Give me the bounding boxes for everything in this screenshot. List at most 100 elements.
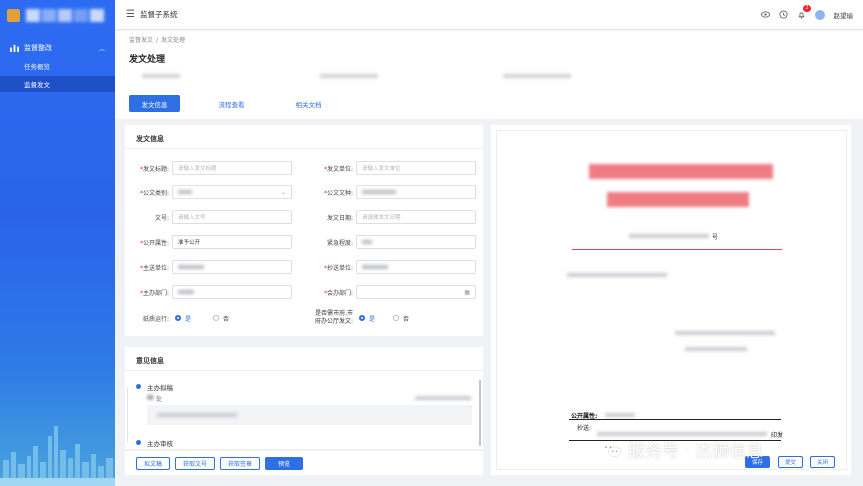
breadcrumb-current: 发文处理 — [161, 37, 186, 44]
field-label-line1: 是否需市府,市 — [315, 310, 353, 317]
field-doc-number: 文号: 请输入文号 — [131, 210, 292, 224]
joint-release-yes-radio[interactable]: 是 — [359, 314, 375, 323]
joint-release-no-radio[interactable]: 否 — [393, 314, 409, 323]
timeline-dot — [136, 440, 141, 445]
tab-bar: 发文信息 流程查看 相关文档 — [129, 95, 360, 112]
doc-recipient-redacted — [567, 273, 667, 277]
sidebar-group-label: 监督整改 — [24, 44, 52, 52]
red-header-line2-redacted — [607, 192, 749, 207]
menu-toggle-icon[interactable]: ☰ — [126, 9, 135, 20]
urgency-select[interactable] — [356, 235, 476, 249]
close-button[interactable]: 关闭 — [810, 456, 836, 468]
tab-dispatch-info[interactable]: 发文信息 — [129, 95, 180, 112]
timeline-dot — [136, 384, 141, 389]
issuer-input[interactable]: 请输入发文单位 — [356, 161, 476, 175]
tab-workflow[interactable]: 流程查看 — [206, 95, 257, 112]
red-header-line1-redacted — [589, 164, 773, 179]
co-dept-input[interactable]: ▦ — [356, 285, 476, 299]
main-recipient-input[interactable] — [172, 260, 292, 274]
field-label: 紧急程度: — [326, 239, 353, 247]
avatar[interactable] — [814, 9, 825, 20]
doc-issued-suffix: 印发 — [771, 432, 784, 439]
field-label: 主办部门: — [142, 289, 169, 297]
host-dept-input[interactable] — [172, 285, 292, 299]
form-section-title: 发文信息 — [125, 125, 483, 149]
dispatch-info-card: 发文信息 *发文标题: 请输入发文标题 *发文单位: 请输入发文单位 *公文类别… — [125, 125, 483, 336]
doc-rule — [569, 419, 781, 420]
sidebar: 监督整改 ︿ 任务概览 监督发文 — [0, 0, 115, 486]
tab-related-docs[interactable]: 相关文档 — [283, 95, 334, 112]
get-seal-button[interactable]: 获取签章 — [220, 456, 261, 470]
top-header: ☰ 监督子系统 2 赵望瑜 — [115, 0, 863, 30]
watermark: 服务号 · 杰狮信息 — [600, 437, 763, 462]
opinion-step-name: 主办审核 — [147, 440, 173, 448]
doc-category-select[interactable]: ⌄ — [172, 185, 292, 199]
field-paper-run: 纸质运行: 是 否 — [131, 311, 229, 325]
get-number-button[interactable]: 获取文号 — [175, 456, 216, 470]
chevron-up-icon: ︿ — [98, 45, 105, 53]
notification-badge: 2 — [803, 5, 811, 12]
field-label: 抄送单位: — [326, 264, 353, 272]
field-urgency: 紧急程度: — [315, 235, 476, 249]
opinion-card: 意见信息 主办拟稿 ▮▮ 处 主办审核 — [125, 347, 483, 449]
field-label: 纸质运行: — [142, 315, 169, 323]
sidebar-item-supervision-dispatch[interactable]: 监督发文 — [0, 76, 115, 92]
timeline-line — [127, 388, 128, 442]
preview-button[interactable]: 预览 — [265, 456, 304, 470]
wechat-icon — [601, 441, 622, 457]
field-main-recipient: *主送单位: — [131, 260, 292, 274]
document-preview-panel: 号 公开属性: 抄送: 印发 — [491, 125, 851, 475]
form-action-bar: 拟文稿 获取文号 获取签章 预览 — [125, 451, 483, 475]
field-label: 发文单位: — [326, 165, 353, 173]
issue-date-input[interactable]: 请选择发文日期 — [356, 210, 476, 224]
breadcrumb: 监督发文 / 发文处理 — [129, 35, 185, 44]
logo-mark — [7, 8, 20, 22]
calendar-icon: ▦ — [464, 288, 470, 296]
disclosure-select[interactable]: 准予公开 — [172, 235, 292, 249]
field-title: *发文标题: 请输入发文标题 — [131, 161, 292, 175]
doc-cc-label: 抄送: — [577, 425, 592, 432]
doc-date-redacted — [685, 347, 747, 351]
opinion-dept-suffix: 处 — [156, 396, 163, 403]
notification-bell[interactable]: 2 — [797, 5, 811, 19]
clock-icon[interactable] — [778, 10, 788, 19]
doc-number-input[interactable]: 请输入文号 — [172, 210, 292, 224]
sidebar-item-task-overview[interactable]: 任务概览 — [0, 58, 115, 74]
scrollbar[interactable] — [479, 380, 481, 446]
field-label: 发文日期: — [326, 214, 353, 222]
system-title: 监督子系统 — [139, 10, 178, 19]
breadcrumb-separator: / — [156, 37, 159, 44]
opinion-dept-redacted: ▮▮ — [147, 394, 154, 401]
submit-button[interactable]: 提交 — [778, 456, 804, 468]
breadcrumb-parent[interactable]: 监督发文 — [129, 37, 153, 44]
bar-chart-icon — [10, 44, 19, 52]
title-input[interactable]: 请输入发文标题 — [172, 161, 292, 175]
doc-number-redacted — [629, 234, 709, 238]
sidebar-group-supervision[interactable]: 监督整改 ︿ — [0, 40, 115, 56]
doc-cc-redacted — [597, 432, 767, 436]
opinion-step-name: 主办拟稿 — [147, 384, 173, 392]
paper-run-no-radio[interactable]: 否 — [213, 314, 229, 323]
opinion-content-box — [147, 405, 472, 425]
doc-type-select[interactable] — [356, 185, 476, 199]
opinion-section-title: 意见信息 — [125, 347, 483, 371]
field-label: 公开属性: — [142, 239, 169, 247]
eye-icon[interactable] — [760, 10, 770, 19]
doc-number-suffix: 号 — [712, 234, 719, 241]
field-disclosure: *公开属性: 准予公开 — [131, 235, 292, 249]
field-label: 发文标题: — [142, 165, 169, 173]
cc-unit-input[interactable] — [356, 260, 476, 274]
field-co-dept: *会办部门: ▦ — [315, 285, 476, 299]
field-doc-type: *公文文种: — [315, 185, 476, 199]
field-issue-date: 发文日期: 请选择发文日期 — [315, 210, 476, 224]
field-cc-unit: *抄送单位: — [315, 260, 476, 274]
field-joint-release: 是否需市府,市 府办公厅发文: 是 否 — [307, 310, 409, 325]
logo-text-redacted — [26, 8, 104, 22]
field-label: 文号: — [154, 214, 169, 222]
page-title: 发文处理 — [129, 55, 166, 65]
paper-run-yes-radio[interactable]: 是 — [175, 314, 191, 323]
user-name[interactable]: 赵望瑜 — [834, 10, 854, 20]
document-preview: 号 公开属性: 抄送: 印发 — [496, 130, 847, 470]
draft-button[interactable]: 拟文稿 — [136, 456, 171, 470]
field-label-line2: 府办公厅发文: — [314, 318, 353, 325]
